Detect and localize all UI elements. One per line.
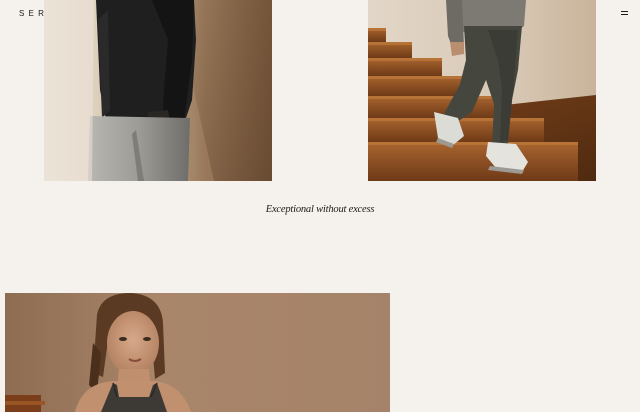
lookbook-photo-dark-sweater[interactable] bbox=[44, 0, 272, 181]
brand-tagline: Exceptional without excess bbox=[265, 204, 375, 215]
lookbook-photo-portrait[interactable] bbox=[5, 293, 390, 412]
hamburger-menu-icon[interactable] bbox=[621, 9, 628, 17]
lookbook-photo-stairs[interactable] bbox=[368, 0, 596, 181]
